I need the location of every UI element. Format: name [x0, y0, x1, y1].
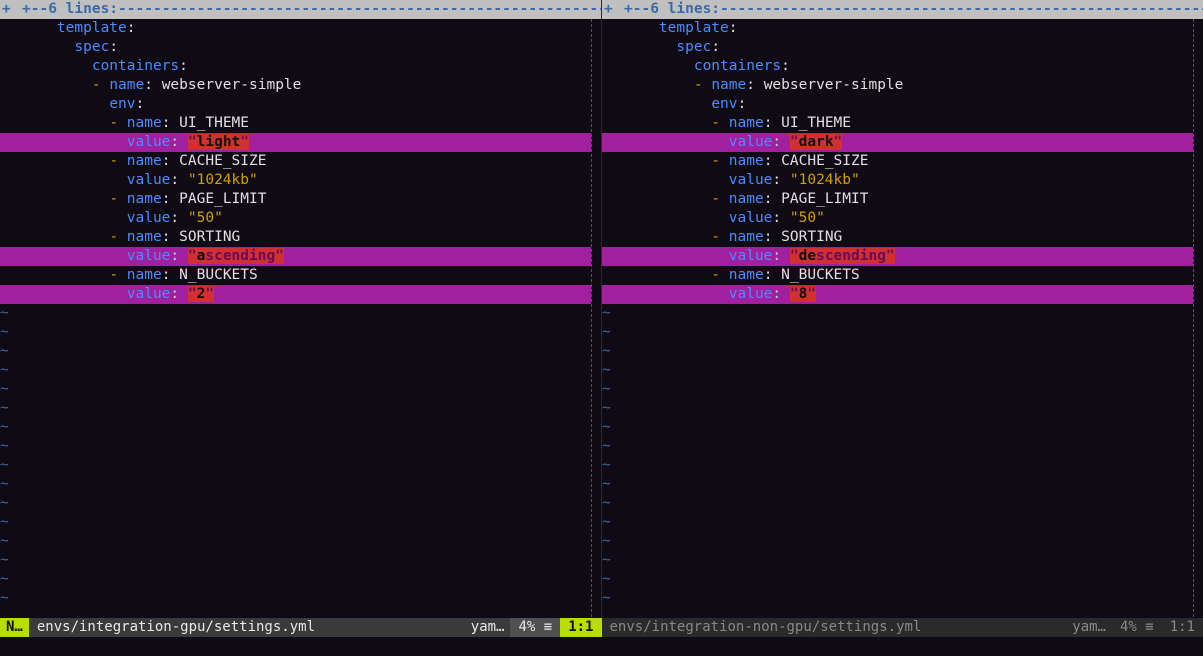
code-line: - name: N_BUCKETS — [0, 266, 591, 285]
left-pane[interactable]: + +-- 6 lines: -------------------------… — [0, 0, 601, 617]
split-panes: + +-- 6 lines: -------------------------… — [0, 0, 1203, 617]
fold-plus-icon: + — [0, 0, 22, 19]
code-line: - name: UI_THEME — [0, 114, 591, 133]
code-line: template: — [0, 19, 591, 38]
code-line: value: "50" — [602, 209, 1193, 228]
diff-line: value: "8" — [602, 285, 1193, 304]
code-line: env: — [602, 95, 1193, 114]
file-path-left: envs/integration-gpu/settings.yml — [29, 618, 465, 637]
status-right-inactive: envs/integration-non-gpu/settings.yml ya… — [602, 617, 1203, 637]
cursor-pos-left: 1:1 — [560, 618, 601, 637]
code-line: value: "1024kb" — [0, 171, 591, 190]
code-line: - name: SORTING — [0, 228, 591, 247]
code-line: - name: webserver-simple — [0, 76, 591, 95]
code-line: spec: — [602, 38, 1193, 57]
right-pane[interactable]: + +-- 6 lines: -------------------------… — [602, 0, 1203, 617]
empty-lines-left: ~ ~ ~ ~ ~ ~ ~ ~ ~ ~ ~ ~ ~ ~ ~ — [0, 304, 591, 617]
code-line: - name: UI_THEME — [602, 114, 1193, 133]
status-left-active: N… envs/integration-gpu/settings.yml yam… — [0, 617, 602, 637]
filetype-right: yam… — [1066, 618, 1112, 637]
code-line: - name: SORTING — [602, 228, 1193, 247]
code-line: value: "50" — [0, 209, 591, 228]
tilde-icon: ~ — [0, 304, 9, 323]
diff-scrollbar-right[interactable] — [1193, 19, 1203, 617]
status-bar: N… envs/integration-gpu/settings.yml yam… — [0, 617, 1203, 637]
code-line: containers: — [602, 57, 1193, 76]
code-line: - name: PAGE_LIMIT — [602, 190, 1193, 209]
right-code-area[interactable]: template: spec: containers: - name: webs… — [602, 19, 1193, 617]
code-line: template: — [602, 19, 1193, 38]
fold-plus-icon: + — [602, 0, 624, 19]
empty-lines-right: ~ ~ ~ ~ ~ ~ ~ ~ ~ ~ ~ ~ ~ ~ ~ — [602, 304, 1193, 617]
diff-line: value: "dark" — [602, 133, 1193, 152]
percent-right: 4% ≡ — [1112, 618, 1162, 637]
mode-indicator: N… — [0, 618, 29, 637]
code-line: spec: — [0, 38, 591, 57]
code-line: - name: CACHE_SIZE — [602, 152, 1193, 171]
fold-count: 6 lines: — [48, 0, 118, 19]
vim-diff-screen: + +-- 6 lines: -------------------------… — [0, 0, 1203, 656]
code-line: - name: webserver-simple — [602, 76, 1193, 95]
cursor-pos-right: 1:1 — [1162, 618, 1203, 637]
code-line: value: "1024kb" — [602, 171, 1193, 190]
left-code-area[interactable]: template: spec: containers: - name: webs… — [0, 19, 591, 617]
fold-marker: +-- — [624, 0, 650, 19]
fold-count: 6 lines: — [650, 0, 720, 19]
diff-line: value: "ascending" — [0, 247, 591, 266]
code-line: - name: PAGE_LIMIT — [0, 190, 591, 209]
code-line: - name: CACHE_SIZE — [0, 152, 591, 171]
diff-line: value: "descending" — [602, 247, 1193, 266]
code-line: containers: — [0, 57, 591, 76]
diff-line: value: "light" — [0, 133, 591, 152]
fold-dashes: ----------------------------------------… — [720, 0, 1203, 19]
fold-marker: +-- — [22, 0, 48, 19]
fold-dashes: ----------------------------------------… — [118, 0, 601, 19]
file-path-right: envs/integration-non-gpu/settings.yml — [602, 618, 1067, 637]
code-line: - name: N_BUCKETS — [602, 266, 1193, 285]
code-line: env: — [0, 95, 591, 114]
fold-row-right[interactable]: + +-- 6 lines: -------------------------… — [602, 0, 1203, 19]
diff-scrollbar-left[interactable] — [591, 19, 601, 617]
diff-line: value: "2" — [0, 285, 591, 304]
fold-row-left[interactable]: + +-- 6 lines: -------------------------… — [0, 0, 601, 19]
filetype-left: yam… — [465, 618, 511, 637]
command-line[interactable] — [0, 637, 1203, 656]
percent-left: 4% ≡ — [510, 618, 560, 637]
